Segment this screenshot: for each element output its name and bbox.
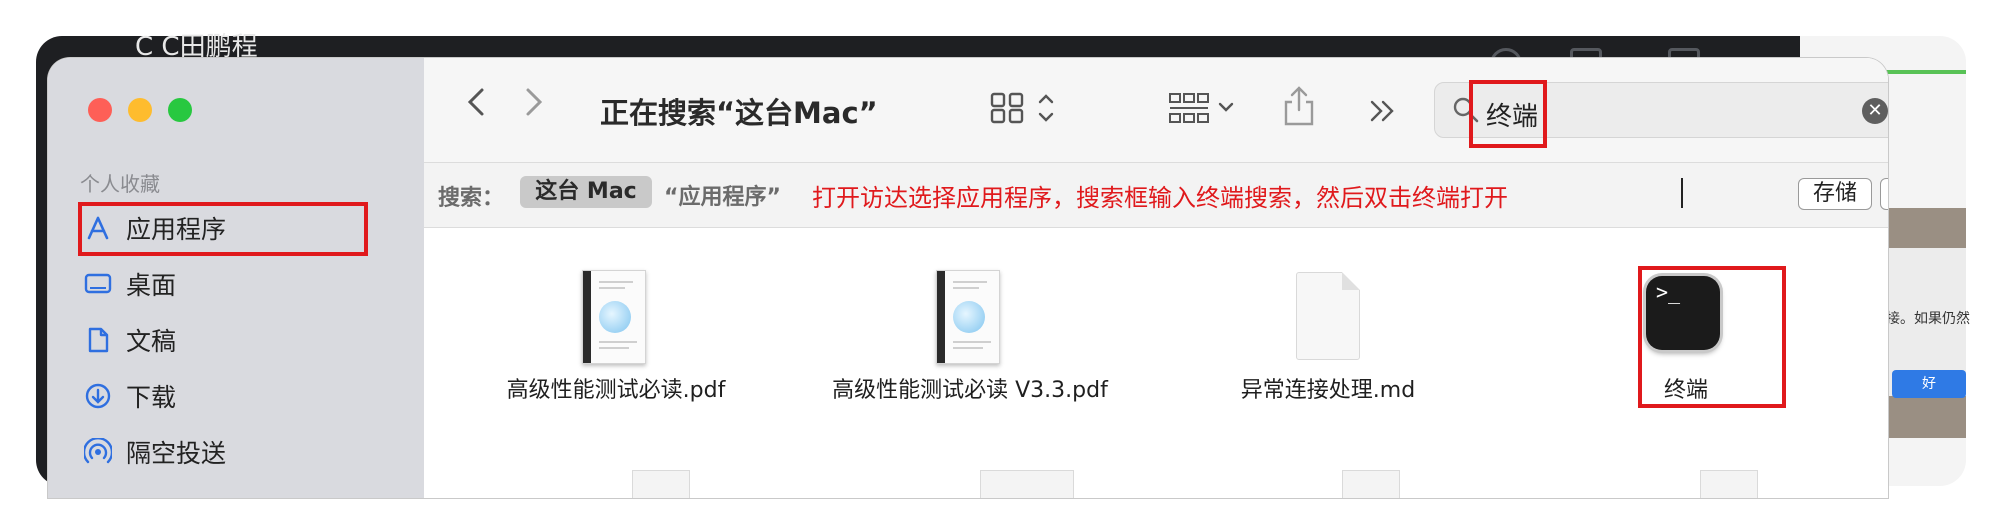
toolbar: 正在搜索“这台Mac” 终端 ✕ [424,58,1888,163]
window-title: 正在搜索“这台Mac” [600,96,878,130]
scope-this-mac-button[interactable]: 这台 Mac [520,176,652,208]
file-name: 高级性能测试必读.pdf [506,378,726,403]
downloads-icon [84,382,112,410]
sidebar-item-label: 文稿 [126,327,177,356]
icon-view-button[interactable] [990,90,1060,135]
forward-button[interactable] [522,82,546,131]
sidebar-item-airdrop[interactable]: 隔空投送 [84,430,226,474]
documents-icon [84,326,112,354]
sidebar-item-documents[interactable]: 文稿 [84,318,176,362]
sidebar-section-favorites: 个人收藏 [80,172,160,196]
partial-document-icon [632,470,690,498]
file-name: 异常连接处理.md [1240,378,1416,403]
finder-main: 正在搜索“这台Mac” 终端 ✕ 搜索： 这台 Mac “应用程序” 打开访达选… [424,58,1888,498]
text-caret [1681,178,1683,208]
highlight-applications-box [78,202,368,256]
partial-document-icon [1342,470,1400,498]
sidebar-item-label: 桌面 [126,271,177,300]
background-dialog-text: 接。如果仍然 [1886,311,1970,327]
highlight-terminal-box [1638,266,1786,408]
instruction-annotation: 打开访达选择应用程序，搜索框输入终端搜索，然后双击终端打开 [812,184,1508,212]
back-button[interactable] [464,82,488,131]
share-button[interactable] [1282,84,1316,137]
sidebar-item-label: 隔空投送 [126,439,227,468]
airdrop-icon [84,438,112,466]
close-window-button[interactable] [88,98,112,122]
pdf-document-icon [936,270,1000,364]
group-by-button[interactable] [1168,92,1248,135]
sidebar-item-desktop[interactable]: 桌面 [84,262,176,306]
sidebar-item-downloads[interactable]: 下载 [84,374,176,418]
sidebar-item-label: 下载 [126,383,177,412]
finder-window: 个人收藏 应用程序 桌面 文稿 下载 隔空投送 正在搜索“这台Mac” 终端 ✕… [48,58,1888,498]
file-item[interactable]: 高级性能测试必读 V3.3.pdf [790,250,1150,420]
partial-document-icon [1700,470,1758,498]
save-search-button[interactable]: 存储 [1798,178,1872,210]
pdf-document-icon [582,270,646,364]
file-item[interactable]: 异常连接处理.md [1148,250,1508,420]
more-toolbar-chevron-icon[interactable] [1368,94,1398,135]
file-item[interactable]: 高级性能测试必读.pdf [436,250,796,420]
minimize-window-button[interactable] [128,98,152,122]
scope-label: 搜索： [438,186,505,211]
markdown-document-icon [1296,272,1360,360]
zoom-window-button[interactable] [168,98,192,122]
add-criteria-button[interactable]: + [1880,178,1888,210]
scope-applications-button[interactable]: “应用程序” [664,179,781,211]
file-name: 高级性能测试必读 V3.3.pdf [832,378,1108,403]
clear-search-icon[interactable]: ✕ [1862,98,1888,124]
background-dialog-ok-button[interactable]: 好 [1892,370,1966,398]
desktop-icon [84,270,112,298]
highlight-search-box [1469,80,1547,148]
sidebar: 个人收藏 应用程序 桌面 文稿 下载 隔空投送 [48,58,424,498]
partial-document-icon [980,470,1074,498]
